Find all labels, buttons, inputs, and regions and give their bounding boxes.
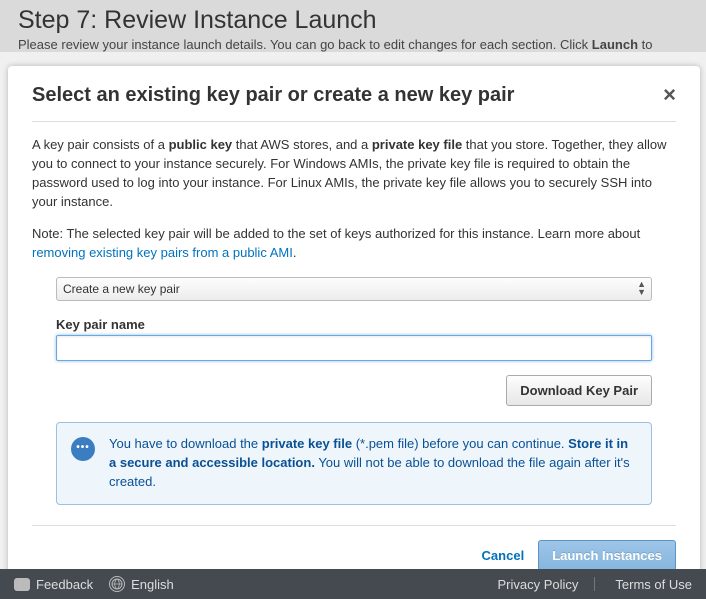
keypair-name-input[interactable] (56, 335, 652, 361)
step-title: Step 7: Review Instance Launch (18, 6, 688, 35)
page-backdrop: Step 7: Review Instance Launch Please re… (0, 0, 706, 52)
language-link[interactable]: English (109, 576, 174, 592)
footer-bar: Feedback English Privacy Policy Terms of… (0, 569, 706, 599)
launch-instances-button[interactable]: Launch Instances (538, 540, 676, 571)
download-warning: ••• You have to download the private key… (56, 422, 652, 505)
keypair-name-label: Key pair name (56, 317, 652, 332)
globe-icon (109, 576, 125, 592)
keypair-modal: Select an existing key pair or create a … (8, 66, 700, 591)
keypair-mode-row: Create a new key pair ▲▼ (56, 277, 652, 301)
download-keypair-button[interactable]: Download Key Pair (506, 375, 652, 406)
close-icon[interactable]: × (663, 84, 676, 106)
terms-of-use-link[interactable]: Terms of Use (594, 577, 692, 592)
modal-body-2: Note: The selected key pair will be adde… (32, 225, 676, 263)
keypair-mode-select[interactable]: Create a new key pair (56, 277, 652, 301)
modal-title: Select an existing key pair or create a … (32, 84, 514, 107)
info-icon: ••• (71, 437, 95, 461)
step-subtitle: Please review your instance launch detai… (18, 37, 688, 52)
modal-footer: Cancel Launch Instances (32, 525, 676, 571)
modal-body-1: A key pair consists of a public key that… (32, 136, 676, 211)
remove-keypairs-link[interactable]: removing existing key pairs from a publi… (32, 245, 293, 260)
feedback-link[interactable]: Feedback (14, 577, 93, 592)
speech-bubble-icon (14, 578, 30, 591)
download-row: Download Key Pair (56, 375, 652, 406)
cancel-button[interactable]: Cancel (482, 548, 525, 563)
modal-header: Select an existing key pair or create a … (32, 84, 676, 122)
privacy-policy-link[interactable]: Privacy Policy (498, 577, 579, 592)
